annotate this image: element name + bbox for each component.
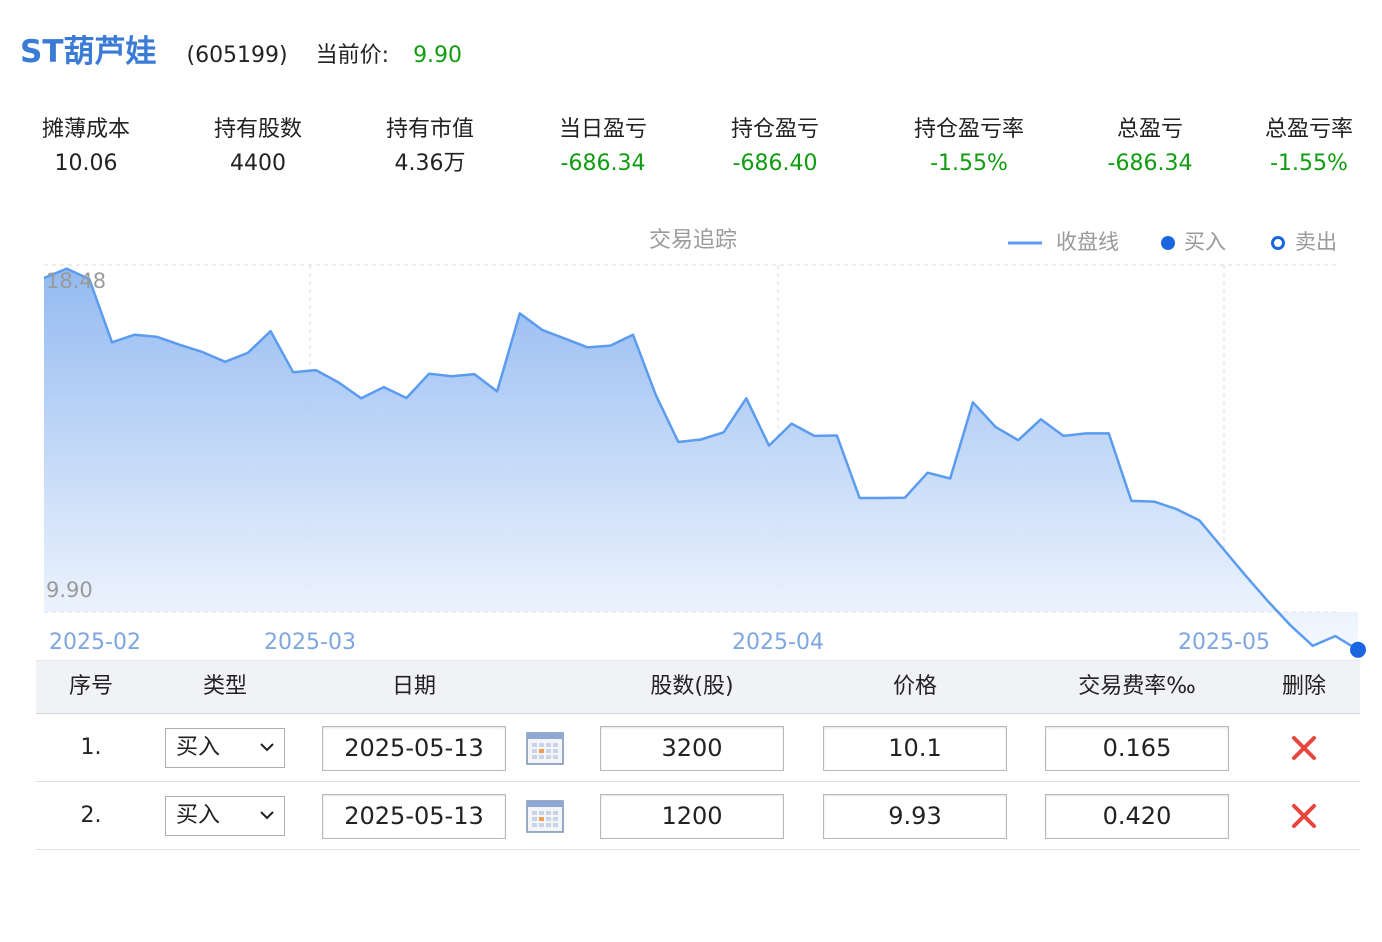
legend-item-close[interactable]: 收盘线 (1056, 230, 1119, 254)
stock-name: ST葫芦娃 (20, 34, 157, 70)
x-tick-label: 2025-05 (1178, 630, 1270, 655)
stat-value: -1.55% (1270, 151, 1348, 176)
stat-total-pnl-rate: 总盈亏率 -1.55% (1224, 114, 1382, 182)
close-price-area (44, 268, 1358, 650)
stock-code: (605199) (186, 43, 288, 68)
stat-shares-held: 持有股数 4400 (173, 114, 343, 182)
header-delete: 删除 (1281, 674, 1327, 699)
current-price-value: 9.90 (413, 43, 463, 68)
legend: 收盘线 买入 卖出 (1008, 230, 1337, 254)
stat-daily-pnl: 当日盈亏 -686.34 (518, 114, 688, 182)
position-stats: 摊薄成本 10.06 持有股数 4400 持有市值 4.36万 当日盈亏 -68… (0, 114, 1382, 184)
header-fee-rate: 交易费率‰ (1078, 674, 1196, 699)
shares-input[interactable]: 1200 (600, 794, 784, 839)
table-row: 2. 买入 2025-05-13 1200 9.93 0.420 (36, 782, 1360, 850)
chevron-down-icon (260, 811, 274, 820)
stat-value: -686.34 (560, 151, 646, 176)
table-row: 1. 买入 2025-05-13 3200 10.1 0.165 (36, 714, 1360, 782)
legend-sell-marker (1271, 236, 1285, 250)
price-input[interactable]: 9.93 (823, 794, 1007, 839)
chart-svg: 交易追踪 收盘线 买入 卖出 18.48 9.90 2025-02 2025-0… (43, 228, 1366, 658)
row-index: 2. (80, 803, 102, 828)
fee-rate-input[interactable]: 0.420 (1045, 794, 1229, 839)
stat-value: 10.06 (54, 151, 118, 176)
trade-tracking-chart: 交易追踪 收盘线 买入 卖出 18.48 9.90 2025-02 2025-0… (0, 215, 1382, 660)
header-type: 类型 (202, 674, 248, 699)
stat-value: -686.34 (1107, 151, 1193, 176)
stat-label: 总盈亏率 (1264, 117, 1353, 142)
stat-market-value: 持有市值 4.36万 (345, 114, 515, 182)
date-input[interactable]: 2025-05-13 (322, 794, 506, 839)
chevron-down-icon (260, 743, 274, 752)
header-index: 序号 (68, 674, 114, 699)
trade-type-select[interactable]: 买入 (165, 796, 285, 836)
trade-marker-buy[interactable] (1350, 641, 1366, 658)
stat-total-pnl: 总盈亏 -686.34 (1065, 114, 1235, 182)
legend-item-sell[interactable]: 卖出 (1295, 230, 1337, 254)
x-tick-label: 2025-03 (264, 630, 356, 655)
price-input[interactable]: 10.1 (823, 726, 1007, 771)
legend-item-buy[interactable]: 买入 (1184, 230, 1226, 254)
header-shares: 股数(股) (650, 674, 734, 699)
shares-input[interactable]: 3200 (600, 726, 784, 771)
stat-label: 当日盈亏 (558, 117, 647, 142)
delete-icon[interactable] (1290, 734, 1318, 762)
stat-value: -1.55% (930, 151, 1008, 176)
x-tick-label: 2025-04 (732, 630, 824, 655)
stat-diluted-cost: 摊薄成本 10.06 (1, 114, 171, 182)
stat-value: 4400 (230, 151, 286, 176)
current-price-label: 当前价: (315, 43, 390, 68)
stat-label: 总盈亏 (1116, 117, 1183, 142)
stat-value: -686.40 (732, 151, 818, 176)
delete-icon[interactable] (1290, 802, 1318, 830)
stat-label: 持仓盈亏率 (913, 117, 1024, 142)
calendar-icon[interactable] (526, 800, 564, 833)
row-index: 1. (80, 735, 102, 760)
stat-label: 持有市值 (385, 117, 474, 142)
y-tick-label-min: 9.90 (46, 578, 93, 602)
chart-title: 交易追踪 (649, 228, 737, 253)
header-price: 价格 (892, 674, 938, 699)
calendar-icon[interactable] (526, 732, 564, 765)
trade-type-value: 买入 (176, 803, 221, 828)
fee-rate-input[interactable]: 0.165 (1045, 726, 1229, 771)
stat-position-pnl: 持仓盈亏 -686.40 (690, 114, 860, 182)
date-input[interactable]: 2025-05-13 (322, 726, 506, 771)
stock-header: ST葫芦娃 (605199) 当前价: 9.90 (20, 26, 462, 70)
trade-type-select[interactable]: 买入 (165, 728, 285, 768)
header-date: 日期 (391, 674, 437, 699)
stat-position-pnl-rate: 持仓盈亏率 -1.55% (884, 114, 1054, 182)
y-tick-label-max: 18.48 (46, 269, 106, 293)
x-tick-label: 2025-02 (49, 630, 141, 655)
stat-label: 摊薄成本 (41, 117, 130, 142)
table-header: 序号 类型 日期 股数(股) 价格 交易费率‰ 删除 (36, 660, 1360, 714)
stat-label: 持有股数 (213, 117, 302, 142)
trade-type-value: 买入 (176, 735, 221, 760)
stat-label: 持仓盈亏 (730, 117, 819, 142)
legend-buy-marker (1161, 236, 1175, 250)
trades-table: 序号 类型 日期 股数(股) 价格 交易费率‰ 删除 1. 买入 2025-05… (36, 660, 1360, 850)
stat-value: 4.36万 (394, 151, 466, 176)
